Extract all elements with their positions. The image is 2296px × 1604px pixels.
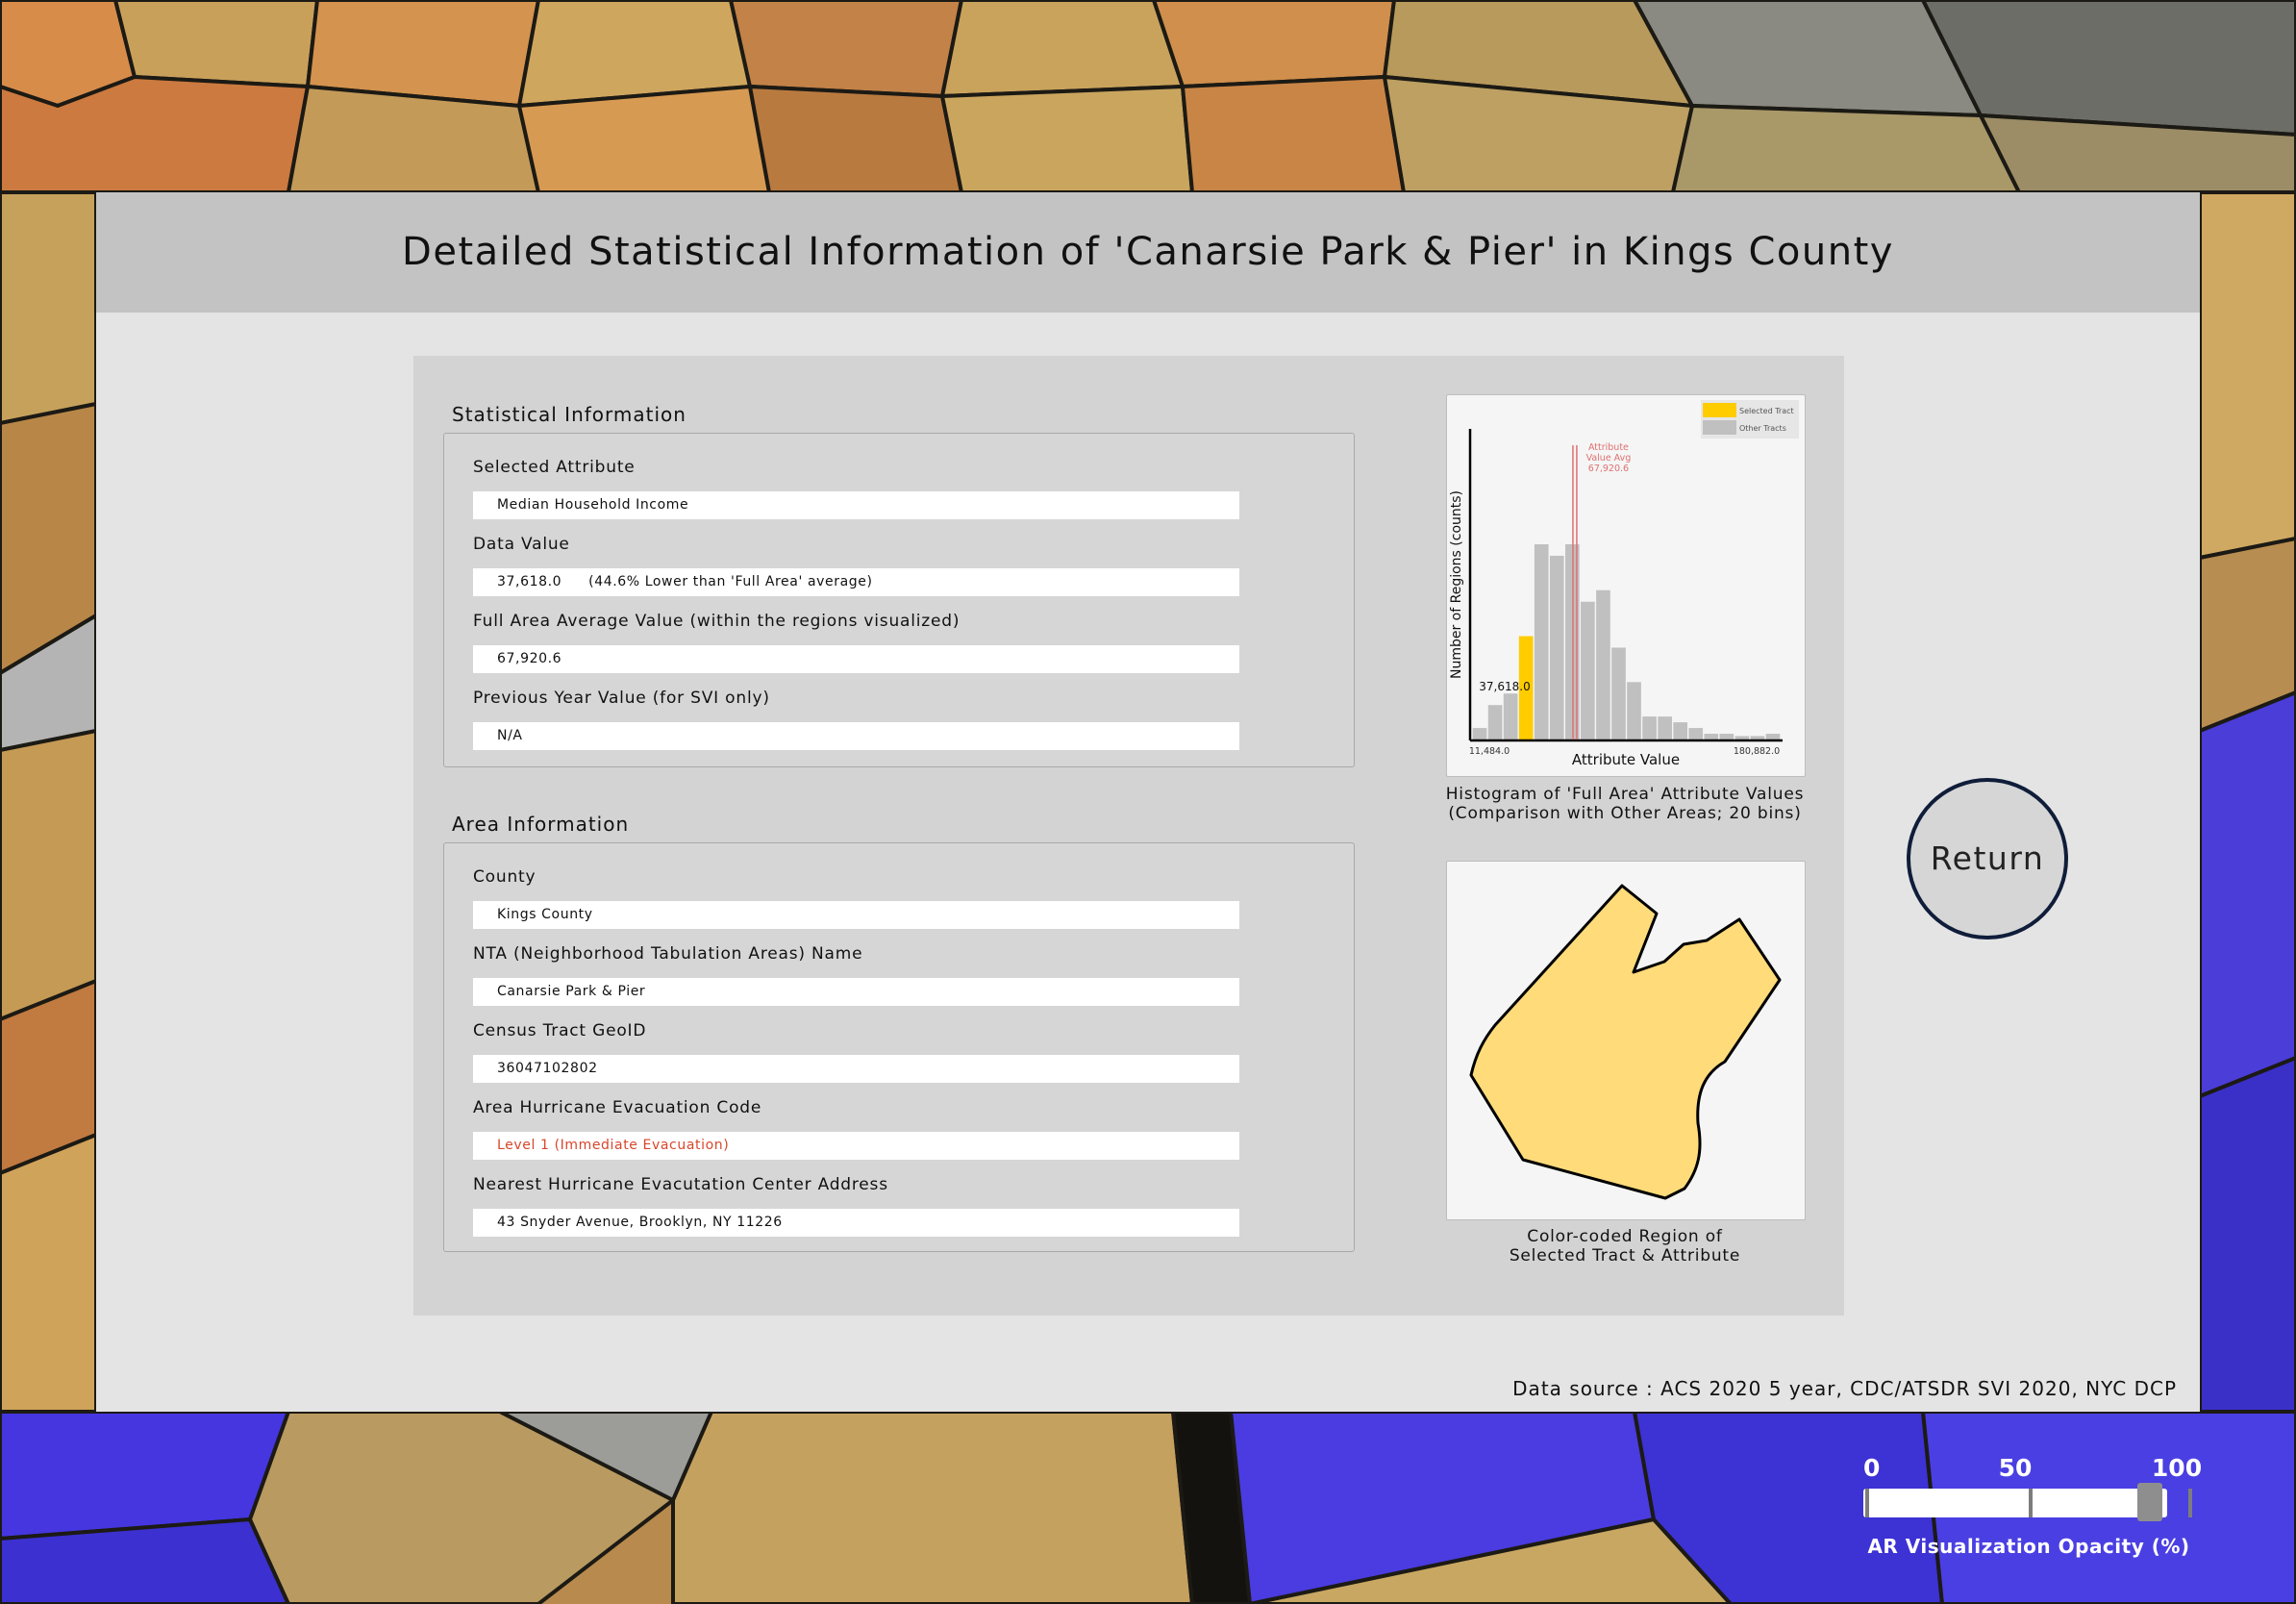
slider-tick-100 xyxy=(2188,1489,2192,1517)
selected-attribute-value: Median Household Income xyxy=(473,491,1239,519)
legend-swatch-other xyxy=(1703,420,1736,435)
slider-thumb[interactable] xyxy=(2136,1483,2162,1521)
evacuation-code-value: Level 1 (Immediate Evacuation) xyxy=(473,1132,1239,1160)
histogram-bar xyxy=(1658,716,1672,739)
evacuation-code-label: Area Hurricane Evacuation Code xyxy=(473,1098,762,1117)
full-area-average-label: Full Area Average Value (within the regi… xyxy=(473,612,961,631)
avg-label-line1: Attribute xyxy=(1588,442,1629,453)
previous-year-value: N/A xyxy=(473,722,1239,750)
histogram-bar xyxy=(1750,736,1765,739)
histogram-bar xyxy=(1487,705,1503,739)
histogram-bar xyxy=(1503,693,1518,739)
histogram-bar xyxy=(1734,736,1750,739)
data-value-comparison: (44.6% Lower than 'Full Area' average) xyxy=(588,574,873,589)
opacity-slider: 0 50 100 AR Visualization Opacity (%) xyxy=(1856,1454,2202,1569)
legend-swatch-selected xyxy=(1703,403,1736,417)
x-axis-label: Attribute Value xyxy=(1572,751,1680,768)
x-max-tick-label: 180,882.0 xyxy=(1734,746,1780,757)
evacuation-center-label: Nearest Hurricane Evacutation Center Add… xyxy=(473,1175,888,1194)
statistical-info-fieldset: Selected Attribute Median Household Inco… xyxy=(443,433,1355,767)
area-info-title: Area Information xyxy=(452,813,630,836)
histogram-bar xyxy=(1549,555,1564,739)
histogram-bar xyxy=(1673,722,1687,739)
slider-tick-50 xyxy=(2029,1489,2033,1517)
legend-label-other: Other Tracts xyxy=(1739,424,1786,433)
data-value-value: 37,618.0 (44.6% Lower than 'Full Area' av… xyxy=(473,568,1239,596)
histogram-bar xyxy=(1534,544,1549,739)
data-source-note: Data source : ACS 2020 5 year, CDC/ATSDR… xyxy=(1512,1377,2177,1400)
avg-label-line2: Value Avg xyxy=(1586,453,1632,464)
county-label: County xyxy=(473,867,537,887)
region-caption-line1: Color-coded Region of xyxy=(1527,1227,1723,1246)
census-tract-geoid-label: Census Tract GeoID xyxy=(473,1021,647,1040)
histogram-bar xyxy=(1472,728,1487,739)
data-value-label: Data Value xyxy=(473,535,570,554)
full-area-average-value: 67,920.6 xyxy=(473,645,1239,673)
histogram-chart: 37,618.0 Attribute Value Avg 67,920.6 11… xyxy=(1449,400,1799,768)
region-caption-line2: Selected Tract & Attribute xyxy=(1509,1246,1741,1266)
histogram-legend: Selected Tract Other Tracts xyxy=(1701,400,1799,439)
region-caption: Color-coded Region of Selected Tract & A… xyxy=(1433,1227,1817,1266)
selected-value-label: 37,618.0 xyxy=(1479,680,1530,693)
histogram-bar xyxy=(1704,734,1719,739)
statistical-info-title: Statistical Information xyxy=(452,403,686,426)
slider-tick-0 xyxy=(1865,1489,1869,1517)
nta-name-label: NTA (Neighborhood Tabulation Areas) Name xyxy=(473,944,863,964)
histogram-box: 37,618.0 Attribute Value Avg 67,920.6 11… xyxy=(1446,394,1806,777)
histogram-bar xyxy=(1611,647,1626,739)
county-value: Kings County xyxy=(473,901,1239,929)
return-button[interactable]: Return xyxy=(1907,778,2068,940)
histogram-bar xyxy=(1642,716,1657,739)
histogram-caption-line1: Histogram of 'Full Area' Attribute Value… xyxy=(1445,785,1805,804)
histogram-bar xyxy=(1719,734,1734,739)
histogram-bar xyxy=(1627,682,1641,739)
modal-title: Detailed Statistical Information of 'Can… xyxy=(402,230,1894,274)
census-tract-geoid-value: 36047102802 xyxy=(473,1055,1239,1083)
histogram-caption-line2: (Comparison with Other Areas; 20 bins) xyxy=(1448,804,1802,823)
detail-modal: Detailed Statistical Information of 'Can… xyxy=(96,192,2200,1412)
histogram-bar xyxy=(1581,601,1595,739)
histogram-bar xyxy=(1596,589,1610,739)
x-min-tick-label: 11,484.0 xyxy=(1469,746,1510,757)
slider-caption: AR Visualization Opacity (%) xyxy=(1867,1535,2190,1558)
tract-polygon xyxy=(1469,884,1782,1200)
previous-year-label: Previous Year Value (for SVI only) xyxy=(473,689,770,708)
content-panel: Statistical Information Selected Attribu… xyxy=(413,356,1844,1316)
modal-header: Detailed Statistical Information of 'Can… xyxy=(96,192,2200,313)
slider-tick-label-100: 100 xyxy=(2151,1454,2203,1482)
evacuation-center-value: 43 Snyder Avenue, Brooklyn, NY 11226 xyxy=(473,1209,1239,1237)
histogram-caption: Histogram of 'Full Area' Attribute Value… xyxy=(1433,785,1817,823)
histogram-bar xyxy=(1765,734,1781,739)
nta-name-value: Canarsie Park & Pier xyxy=(473,978,1239,1006)
histogram-bar xyxy=(1688,728,1704,739)
y-axis-label: Number of Regions (counts) xyxy=(1449,490,1464,679)
slider-tick-label-50: 50 xyxy=(1998,1454,2033,1482)
area-info-fieldset: County Kings County NTA (Neighborhood Ta… xyxy=(443,842,1355,1252)
slider-track[interactable] xyxy=(1863,1489,2167,1517)
legend-label-selected: Selected Tract xyxy=(1739,407,1794,415)
region-box xyxy=(1446,861,1806,1220)
region-shape xyxy=(1469,884,1782,1200)
avg-label-line3: 67,920.6 xyxy=(1588,464,1629,474)
slider-tick-label-0: 0 xyxy=(1863,1454,1881,1482)
selected-attribute-label: Selected Attribute xyxy=(473,458,636,477)
